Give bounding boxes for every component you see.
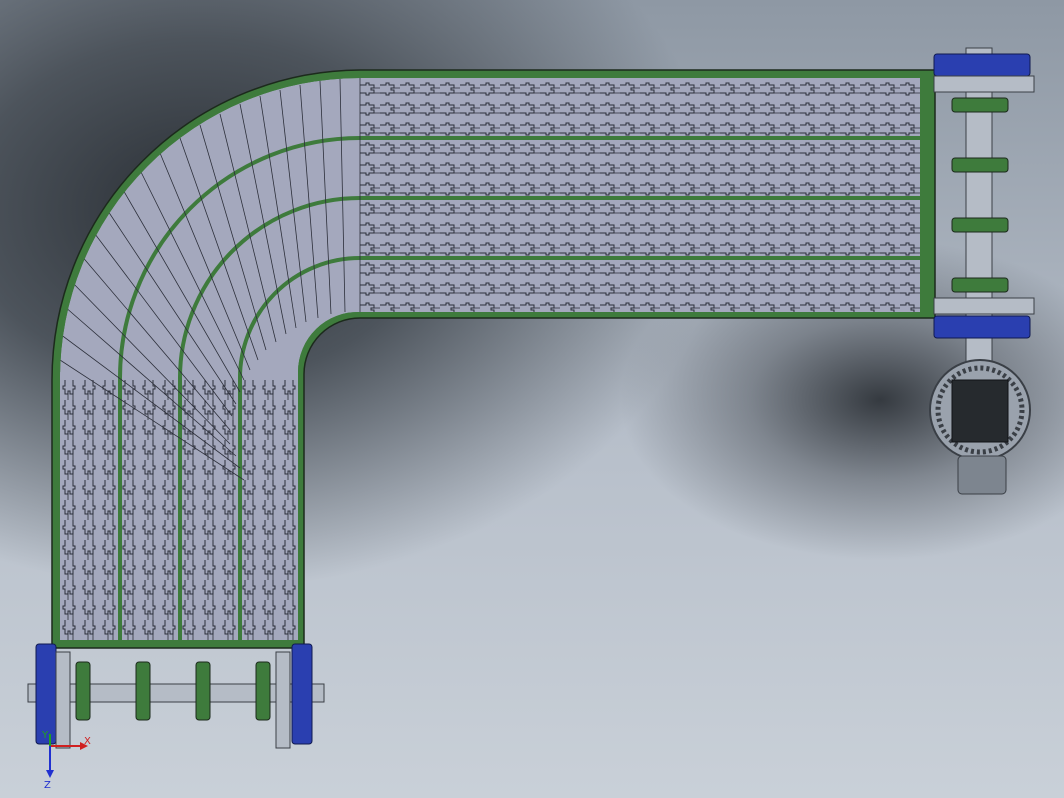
triad-z-label: Z — [44, 780, 51, 790]
bearing-top — [933, 53, 1031, 77]
bearing-right — [291, 643, 313, 745]
triad-y-label: Y — [41, 730, 49, 741]
bearing-left — [35, 643, 57, 745]
straight-belt-section-horizontal — [360, 78, 920, 312]
belt-modules[interactable] — [59, 78, 920, 640]
frame-plate-bottom — [933, 297, 1035, 315]
cad-viewport[interactable] — [0, 0, 1064, 798]
triad-x-label: X — [84, 736, 91, 747]
gear-motor[interactable] — [929, 359, 1031, 495]
frame-plate-right — [275, 651, 291, 749]
bearing-bottom — [933, 315, 1031, 339]
motor-gearbox — [957, 455, 1007, 495]
motor-body — [951, 379, 1009, 443]
drive-shaft-assembly[interactable] — [933, 47, 1035, 371]
coordinate-triad-icon: X Y Z — [41, 730, 91, 790]
frame-plate-top — [933, 75, 1035, 93]
